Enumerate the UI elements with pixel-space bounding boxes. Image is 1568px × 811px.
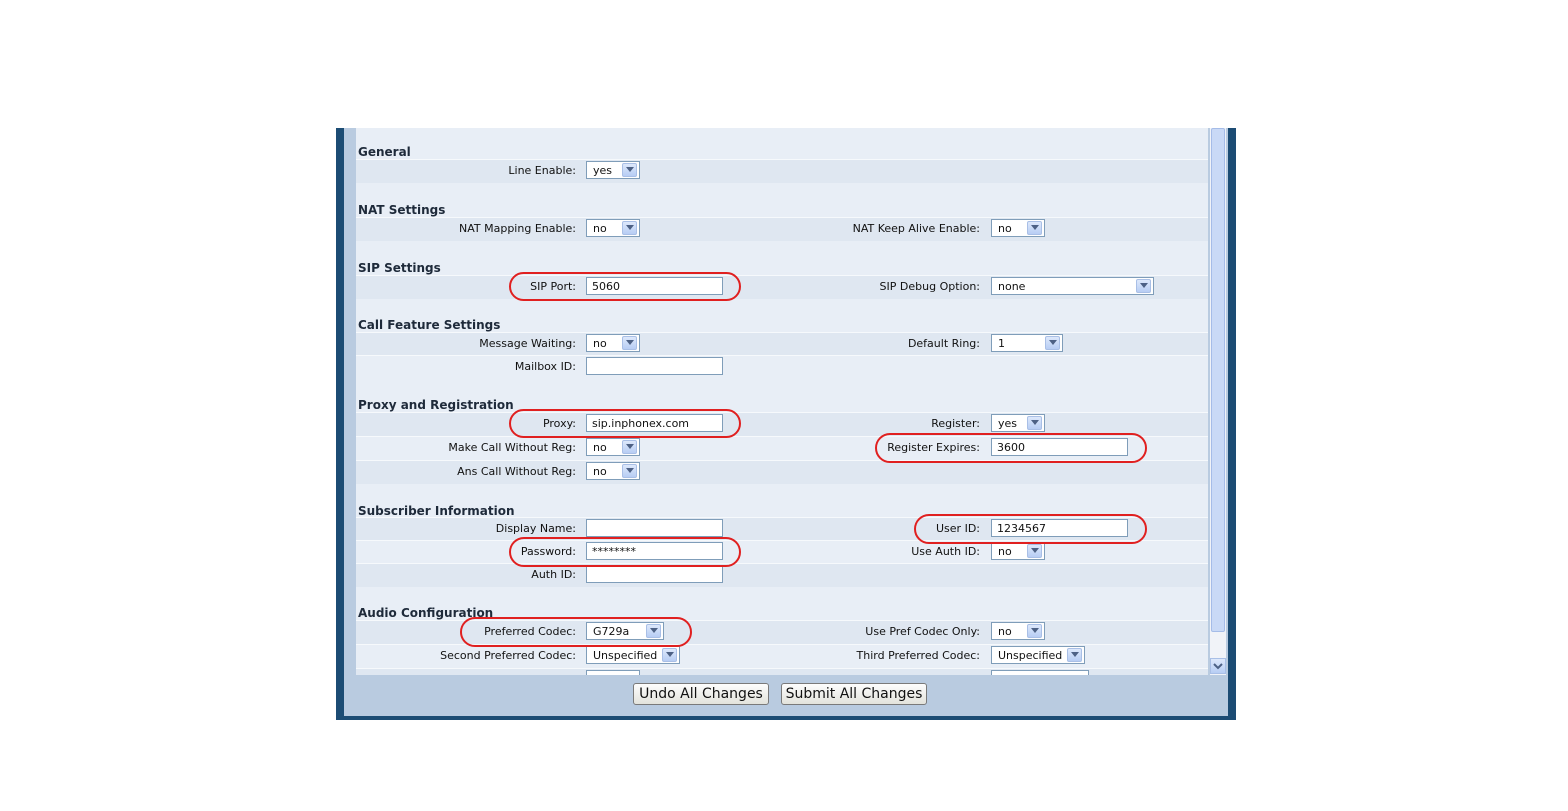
ans-call-without-reg-select[interactable]: no — [586, 462, 640, 480]
chevron-down-icon — [1045, 336, 1060, 350]
mailbox-id-label: Mailbox ID: — [514, 360, 576, 373]
message-waiting-label: Message Waiting: — [479, 337, 576, 350]
partial-select[interactable] — [586, 670, 640, 675]
highlight-ring-register-expires — [875, 433, 1147, 463]
undo-all-changes-button[interactable]: Undo All Changes — [633, 683, 769, 705]
mailbox-id-input[interactable] — [586, 357, 723, 375]
section-general: General — [356, 138, 1208, 160]
third-preferred-codec-select[interactable]: Unspecified — [991, 646, 1085, 664]
make-call-without-reg-select[interactable]: no — [586, 438, 640, 456]
scrollbar-thumb[interactable] — [1211, 128, 1225, 632]
third-preferred-codec-label: Third Preferred Codec: — [856, 649, 980, 662]
vertical-scrollbar[interactable] — [1210, 128, 1226, 675]
register-select[interactable]: yes — [991, 414, 1045, 432]
nat-mapping-enable-label: NAT Mapping Enable: — [459, 222, 576, 235]
highlight-ring-sip-port — [509, 272, 741, 301]
nat-keep-alive-enable-label: NAT Keep Alive Enable: — [852, 222, 980, 235]
section-title: Call Feature Settings — [358, 318, 501, 332]
chevron-down-icon — [1027, 624, 1042, 638]
chevron-down-icon — [1136, 279, 1151, 293]
section-title: NAT Settings — [358, 203, 446, 217]
message-waiting-select[interactable]: no — [586, 334, 640, 352]
highlight-ring-user-id — [914, 514, 1147, 544]
sip-debug-option-label: SIP Debug Option: — [879, 280, 980, 293]
chevron-down-icon — [1027, 544, 1042, 558]
section-title: Subscriber Information — [358, 504, 515, 518]
form-row — [356, 159, 1208, 183]
section-title: Proxy and Registration — [358, 398, 514, 412]
use-pref-codec-only-select[interactable]: no — [991, 622, 1045, 640]
line-enable-select[interactable]: yes — [586, 161, 640, 179]
scroll-down-arrow-icon[interactable] — [1210, 658, 1226, 674]
settings-window-frame: General Line Enable: yes NAT Settings NA… — [336, 128, 1236, 720]
highlight-ring-password — [509, 537, 741, 567]
line-enable-label: Line Enable: — [508, 164, 576, 177]
section-nat-settings: NAT Settings — [356, 196, 1208, 218]
form-row — [356, 563, 1208, 587]
chevron-down-icon — [1027, 416, 1042, 430]
chevron-down-icon — [622, 336, 637, 350]
use-pref-codec-only-label: Use Pref Codec Only: — [865, 625, 980, 638]
nat-keep-alive-enable-select[interactable]: no — [991, 219, 1045, 237]
chevron-down-icon — [1027, 221, 1042, 235]
highlight-ring-proxy — [509, 409, 741, 438]
register-label: Register: — [931, 417, 980, 430]
chevron-down-icon — [1067, 648, 1082, 662]
chevron-down-icon — [622, 440, 637, 454]
form-row — [356, 355, 1208, 379]
settings-content: General Line Enable: yes NAT Settings NA… — [356, 128, 1208, 675]
section-sip-settings: SIP Settings — [356, 254, 1208, 276]
section-proxy-and-registration: Proxy and Registration — [356, 391, 1208, 413]
settings-panel: General Line Enable: yes NAT Settings NA… — [344, 128, 1228, 716]
chevron-down-icon — [662, 648, 677, 662]
use-auth-id-select[interactable]: no — [991, 542, 1045, 560]
default-ring-label: Default Ring: — [907, 337, 980, 350]
use-auth-id-label: Use Auth ID: — [911, 545, 980, 558]
chevron-down-icon — [622, 464, 637, 478]
section-call-feature-settings: Call Feature Settings — [356, 311, 1208, 333]
second-preferred-codec-select[interactable]: Unspecified — [586, 646, 680, 664]
chevron-down-icon — [622, 221, 637, 235]
submit-all-changes-button[interactable]: Submit All Changes — [781, 683, 927, 705]
section-title: SIP Settings — [358, 261, 441, 275]
section-title: General — [358, 145, 411, 159]
ans-call-without-reg-label: Ans Call Without Reg: — [457, 465, 576, 478]
default-ring-select[interactable]: 1 — [991, 334, 1063, 352]
auth-id-input[interactable] — [586, 565, 723, 583]
partial-select[interactable] — [991, 670, 1089, 675]
highlight-ring-preferred-codec — [460, 617, 692, 647]
auth-id-label: Auth ID: — [531, 568, 576, 581]
nat-mapping-enable-select[interactable]: no — [586, 219, 640, 237]
sip-debug-option-select[interactable]: none — [991, 277, 1154, 295]
chevron-down-icon — [622, 163, 637, 177]
display-name-input[interactable] — [586, 519, 723, 537]
display-name-label: Display Name: — [495, 522, 576, 535]
make-call-without-reg-label: Make Call Without Reg: — [448, 441, 576, 454]
second-preferred-codec-label: Second Preferred Codec: — [440, 649, 576, 662]
